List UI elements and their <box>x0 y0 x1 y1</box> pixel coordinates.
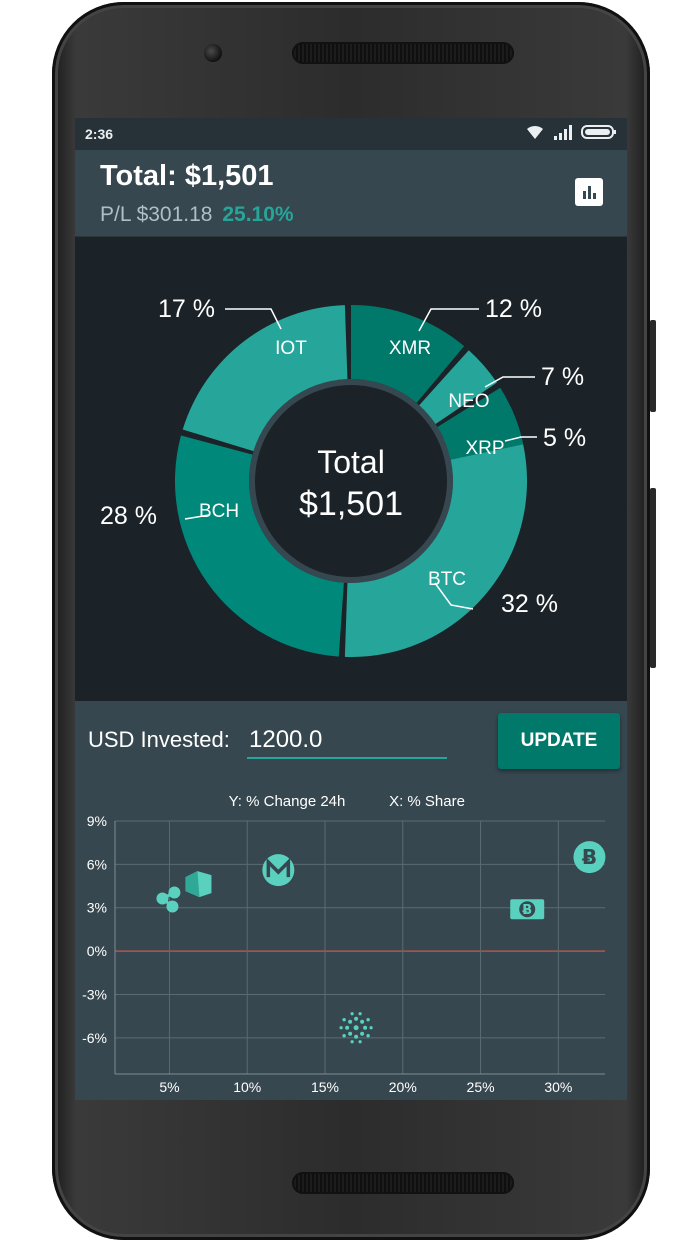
y-tick-label: 9% <box>87 813 107 829</box>
app-screen: 2:36 Total: $1,501 P/L $301.18 25.10% BT… <box>75 118 627 1100</box>
slice-label-xmr: XMR <box>389 338 431 359</box>
donut-center-value: $1,501 <box>299 485 403 523</box>
y-tick-label: 3% <box>87 900 107 916</box>
slice-label-btc: BTC <box>428 569 466 590</box>
slice-percent-neo: 7 % <box>541 363 584 391</box>
legend-y: Y: % Change 24h <box>229 793 346 810</box>
change-vs-share-scatter: Y: % Change 24h X: % Share 9% 6% 3% 0% -3% -6% 5… <box>82 793 606 1095</box>
legend-x: X: % Share <box>389 793 465 810</box>
slice-percent-xmr: 12 % <box>485 295 542 323</box>
usd-invested-label: USD Invested: <box>88 727 230 752</box>
slice-percent-bch: 28 % <box>100 502 157 530</box>
y-tick-label: 0% <box>87 943 107 959</box>
donut-hole <box>255 385 447 577</box>
power-button <box>650 488 656 668</box>
volume-button <box>650 320 656 412</box>
wifi-icon <box>527 125 543 139</box>
x-tick-label: 30% <box>544 1079 572 1095</box>
usd-invested-input[interactable] <box>247 723 447 759</box>
portfolio-total: Total: $1,501 <box>100 160 274 192</box>
bottom-speaker <box>292 1172 514 1194</box>
front-camera <box>204 44 222 62</box>
slice-label-iot: IOT <box>275 338 307 359</box>
ripple-icon[interactable] <box>156 886 181 913</box>
portfolio-header: Total: $1,501 P/L $301.18 25.10% <box>75 150 627 237</box>
battery-icon <box>581 125 616 139</box>
status-time: 2:36 <box>85 126 114 142</box>
svg-text:Ƀ: Ƀ <box>522 903 532 918</box>
y-tick-label: -3% <box>82 986 107 1002</box>
x-tick-label: 20% <box>389 1079 417 1095</box>
status-bar: 2:36 <box>75 118 627 150</box>
y-tick-label: 6% <box>87 856 107 872</box>
iota-icon[interactable] <box>339 1012 373 1044</box>
y-tick-label: -6% <box>82 1030 107 1046</box>
allocation-donut-panel: BTC 32 % BCH 28 % IOT 17 % XMR 12 % NEO 7 % XRP 5 %… <box>75 237 627 701</box>
monero-icon[interactable] <box>262 854 295 887</box>
svg-text:Ƀ: Ƀ <box>582 845 597 869</box>
x-tick-label: 10% <box>233 1079 261 1095</box>
profit-loss-amount: P/L $301.18 <box>100 203 213 226</box>
slice-label-neo: NEO <box>448 391 489 412</box>
slice-percent-xrp: 5 % <box>543 424 586 452</box>
x-tick-label: 15% <box>311 1079 339 1095</box>
invest-row: USD Invested: UPDATE <box>75 701 627 781</box>
profit-loss: P/L $301.18 25.10% <box>100 203 294 227</box>
top-speaker <box>292 42 514 64</box>
x-tick-label: 25% <box>467 1079 495 1095</box>
bitcoin-icon[interactable]: Ƀ <box>573 841 606 874</box>
bar-chart-icon[interactable] <box>575 178 603 206</box>
neo-icon[interactable] <box>185 871 212 898</box>
update-button[interactable]: UPDATE <box>498 713 620 769</box>
x-tick-label: 5% <box>159 1079 179 1095</box>
allocation-donut-chart: BTC 32 % BCH 28 % IOT 17 % XMR 12 % NEO 7 % XRP 5 %… <box>100 295 586 657</box>
donut-center-title: Total <box>317 444 385 480</box>
profit-loss-percent: 25.10% <box>222 203 294 226</box>
slice-percent-iot: 17 % <box>158 295 215 323</box>
slice-label-xrp: XRP <box>465 438 504 459</box>
bitcoin-cash-icon[interactable]: Ƀ <box>510 899 545 920</box>
slice-percent-btc: 32 % <box>501 590 558 618</box>
slice-label-bch: BCH <box>199 501 239 522</box>
signal-icon <box>554 125 572 140</box>
